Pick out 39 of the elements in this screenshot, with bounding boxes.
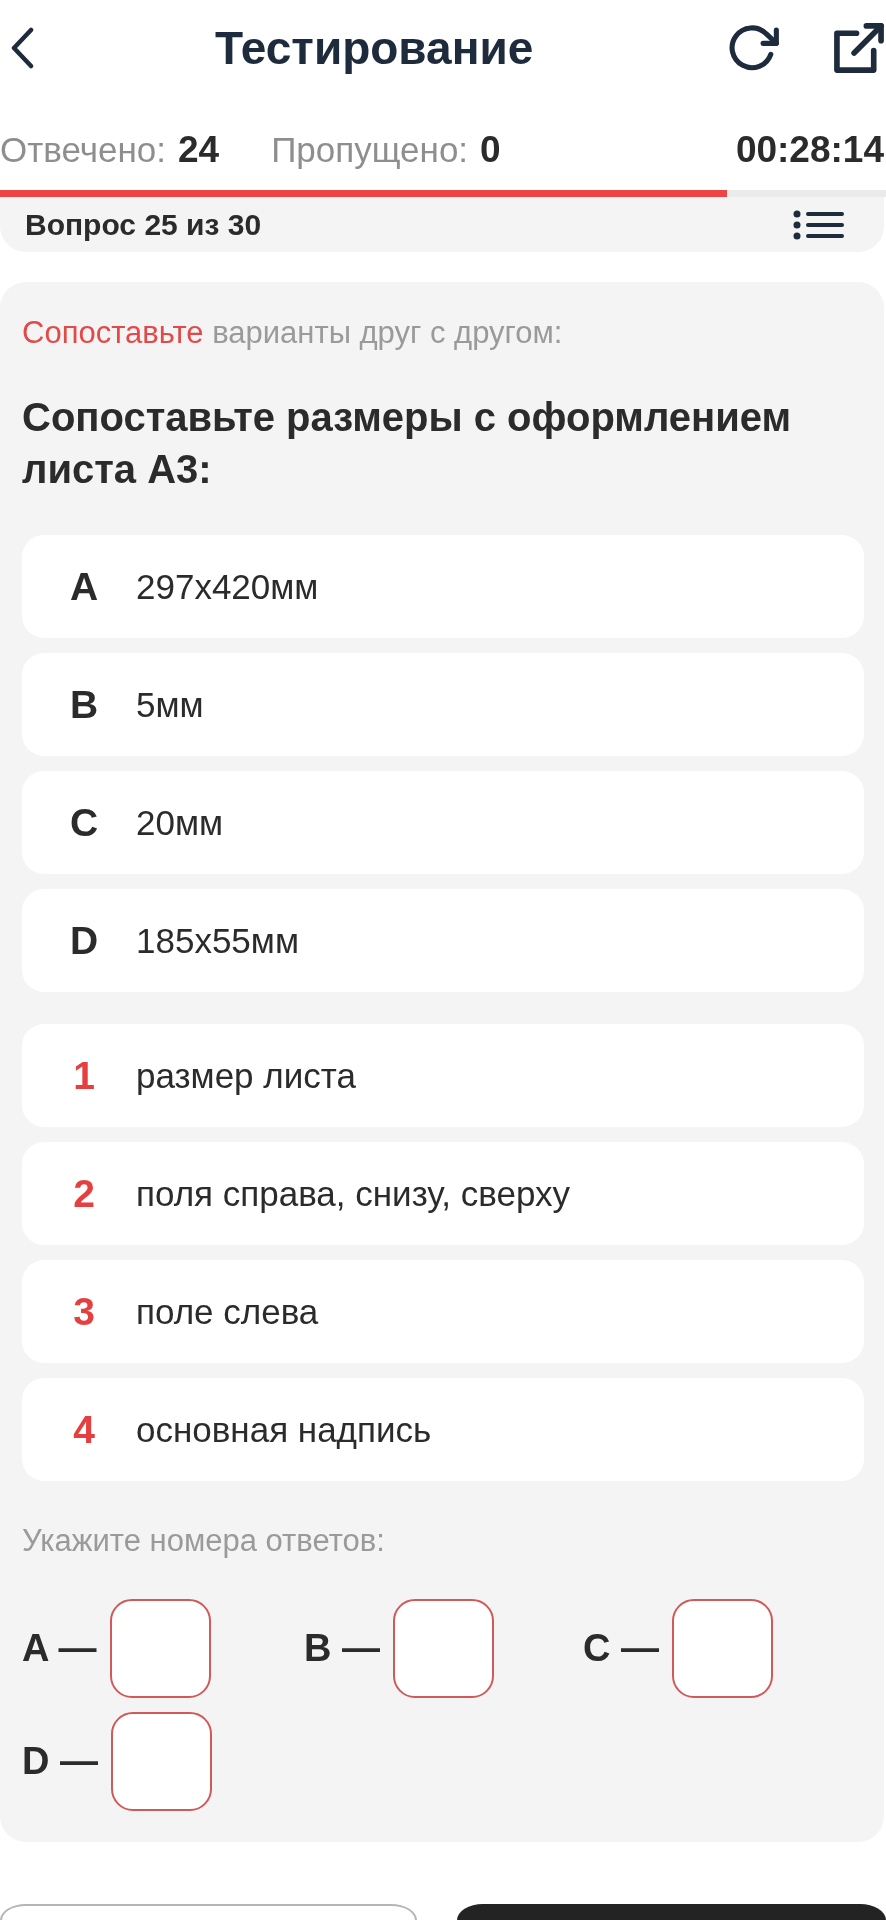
- option-letter: B: [68, 682, 100, 727]
- option-letter: C: [68, 800, 100, 845]
- option-text: 20мм: [136, 802, 224, 843]
- question-counter: Вопрос 25 из 30: [25, 207, 262, 242]
- match-number: 1: [72, 1053, 96, 1098]
- match-number: 4: [72, 1407, 96, 1452]
- option-text: 5мм: [136, 684, 204, 725]
- match-text: основная надпись: [136, 1409, 432, 1450]
- answer-field[interactable]: [111, 1712, 212, 1811]
- answer-prompt: Укажите номера ответов:: [22, 1522, 386, 1560]
- match-text: поле слева: [136, 1291, 319, 1332]
- answer-field[interactable]: [672, 1599, 773, 1698]
- answer-label: B —: [304, 1627, 380, 1670]
- answer-label: C —: [583, 1627, 659, 1670]
- option-text: 185x55мм: [136, 920, 299, 961]
- stat-value: 24: [178, 129, 220, 171]
- screen-title: Тестирование: [215, 21, 534, 76]
- match-text: поля справа, снизу, сверху: [136, 1173, 570, 1214]
- stat-label: Отвечено:: [0, 130, 166, 170]
- question-text: Сопоставьте размеры с оформлением листа А3:: [22, 394, 793, 493]
- answer-field[interactable]: [393, 1599, 494, 1698]
- stat-label: Пропущено:: [271, 130, 469, 170]
- match-number: 3: [72, 1289, 96, 1334]
- instruction-text: Сопоставьте варианты друг с другом:: [22, 314, 564, 352]
- stat-value: 0: [480, 129, 501, 171]
- timer: 00:28:14: [735, 129, 884, 171]
- option-letter: A: [68, 564, 100, 609]
- option-letter: D: [68, 918, 100, 963]
- answer-field[interactable]: [109, 1599, 211, 1698]
- external-link-icon[interactable]: [834, 23, 884, 73]
- match-text: размер листа: [136, 1055, 356, 1096]
- primary-button[interactable]: [457, 1904, 886, 1920]
- answer-label: D —: [22, 1740, 98, 1783]
- refresh-icon[interactable]: [729, 25, 779, 71]
- list-icon[interactable]: [793, 209, 844, 240]
- answer-label: A —: [22, 1627, 97, 1670]
- back-icon[interactable]: [10, 27, 34, 69]
- match-number: 2: [72, 1171, 96, 1216]
- option-text: 297x420мм: [136, 566, 319, 607]
